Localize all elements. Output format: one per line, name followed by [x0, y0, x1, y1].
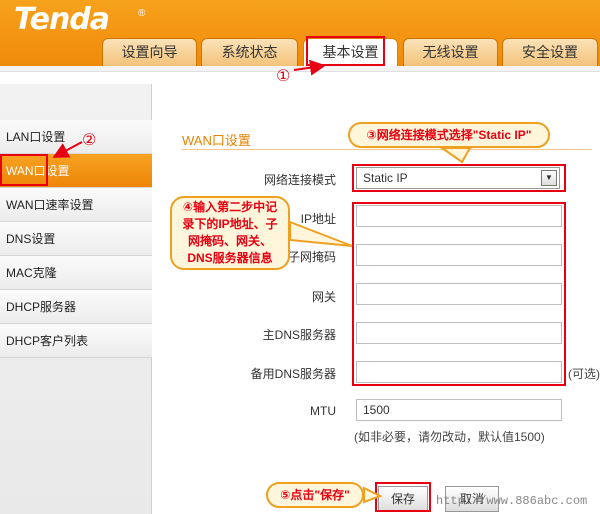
- annotation-arrows: [52, 59, 472, 504]
- arrow-step-1: [293, 59, 326, 76]
- pointer-step-3: [438, 147, 472, 164]
- arrow-step-2: [52, 141, 83, 158]
- watermark: http://www.886abc.com: [436, 494, 588, 508]
- pointer-step-4: [289, 220, 353, 247]
- pointer-step-5: [363, 486, 383, 504]
